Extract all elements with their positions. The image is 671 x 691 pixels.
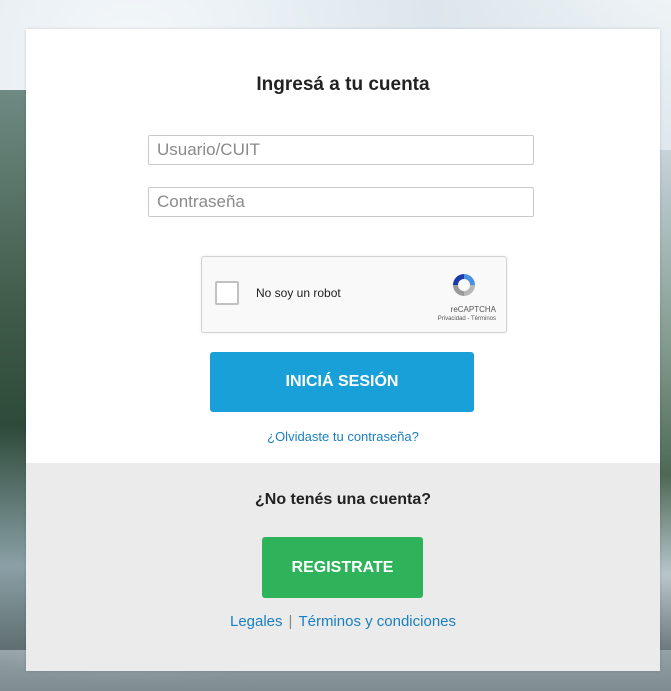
register-button[interactable]: REGISTRATE <box>262 537 423 598</box>
recaptcha-links[interactable]: Privacidad - Términos <box>438 316 496 322</box>
recaptcha-widget: No soy un robot reCAPTCHA Privacidad - T… <box>201 256 507 333</box>
recaptcha-brand: reCAPTCHA <box>450 305 496 314</box>
footer-separator: | <box>288 613 293 630</box>
terms-link[interactable]: Términos y condiciones <box>298 613 456 630</box>
recaptcha-checkbox[interactable] <box>215 281 239 305</box>
page-title: Ingresá a tu cuenta <box>256 74 430 95</box>
username-input[interactable] <box>148 135 534 165</box>
password-input[interactable] <box>148 187 534 217</box>
forgot-password-link[interactable]: ¿Olvidaste tu contraseña? <box>26 429 660 444</box>
legal-link[interactable]: Legales <box>230 613 283 630</box>
footer-links: Legales | Términos y condiciones <box>26 613 660 630</box>
no-account-text: ¿No tenés una cuenta? <box>254 491 432 508</box>
login-button[interactable]: INICIÁ SESIÓN <box>210 352 474 412</box>
login-card: Ingresá a tu cuenta No soy un robot reCA… <box>26 29 660 671</box>
recaptcha-label: No soy un robot <box>256 286 341 300</box>
recaptcha-logo-icon <box>453 274 475 296</box>
